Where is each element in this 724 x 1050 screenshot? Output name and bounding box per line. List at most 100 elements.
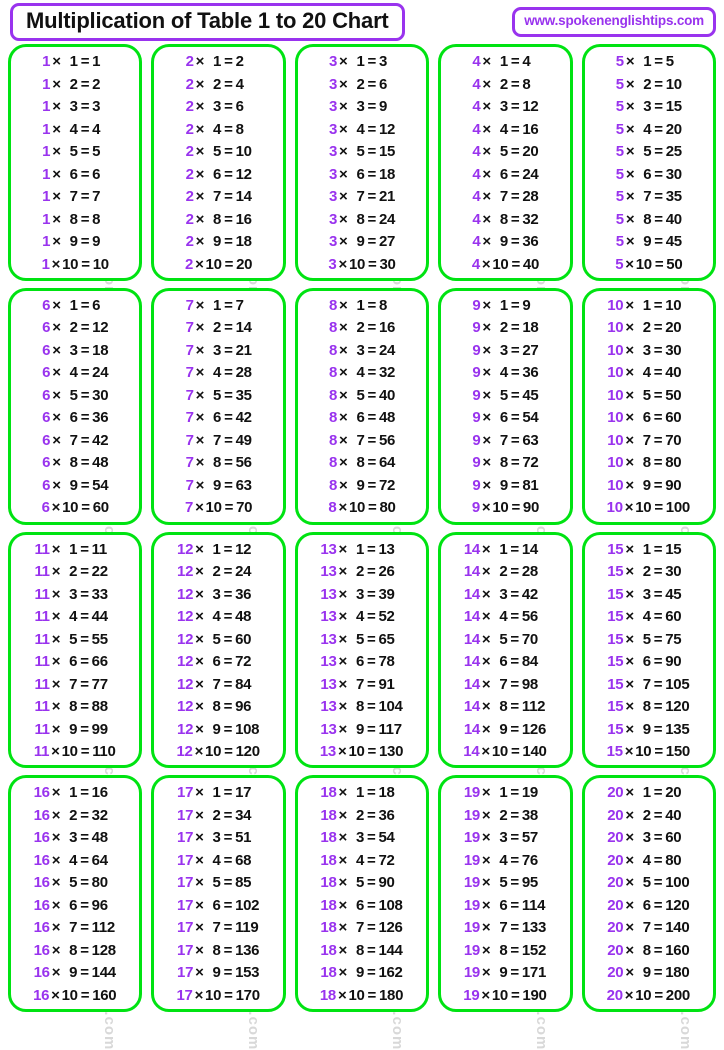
fact-row: 2 × 9 = 18 [154,234,282,249]
equals-icon: = [80,98,90,116]
multiply-icon: × [625,409,634,427]
fact-row: 9 × 8 = 72 [441,455,569,470]
fact-row: 5 × 5 = 25 [585,144,713,159]
fact-multiplicand: 4 [472,210,481,228]
fact-multiplier: 6 [69,653,78,671]
fact-row: 13 × 6 = 78 [298,654,426,669]
table-card-6: 6 × 1 = 6 6 × 2 = 12 6 × 3 = 18 6 × 4 = 24 6 × 5 = 30 6 × 6 = 36 6 × 7 = 4… [8,287,143,525]
fact-multiplier: 1 [69,784,78,802]
multiply-icon: × [339,233,348,251]
fact-multiplier: 2 [499,75,508,93]
fact-multiplicand: 18 [320,941,337,959]
multiply-icon: × [52,53,61,70]
fact-multiplicand: 3 [328,188,338,206]
fact-multiplicand: 4 [472,53,481,70]
equals-icon: = [653,341,663,359]
equals-icon: = [367,476,376,494]
fact-multiplier: 7 [69,919,78,937]
fact-product: 14 [521,540,538,558]
fact-multiplier: 9 [69,233,78,251]
fact-product: 28 [522,188,539,206]
fact-product: 13 [378,540,395,558]
fact-multiplicand: 15 [607,563,624,581]
equals-icon: = [223,806,233,824]
fact-multiplier: 10 [635,986,652,1004]
fact-multiplier: 8 [69,210,78,228]
fact-multiplier: 2 [213,75,222,93]
fact-multiplier: 3 [499,585,508,603]
multiply-icon: × [481,563,491,581]
equals-icon: = [653,896,663,914]
fact-product: 30 [665,563,682,581]
equals-icon: = [223,874,233,892]
fact-multiplier: 10 [205,255,222,273]
fact-row: 6 × 3 = 18 [11,343,139,358]
equals-icon: = [367,233,376,251]
fact-multiplier: 8 [499,941,508,959]
multiply-icon: × [625,341,634,359]
fact-row: 1 × 5 = 5 [11,144,139,159]
fact-product: 15 [378,143,396,161]
fact-row: 18 × 5 = 90 [298,875,426,890]
fact-product: 54 [92,476,109,494]
fact-product: 144 [378,941,403,959]
fact-product: 21 [378,188,396,206]
tables-grid: 1 × 1 = 1 1 × 2 = 2 1 × 3 = 3 1 × 4 = 4 1 × 5 = 5 1 × 6 = 6 1 × 7 = 7 1 × 8 = 8… [0,44,724,1020]
fact-multiplier: 7 [213,431,222,449]
multiply-icon: × [625,630,634,648]
fact-row: 2 × 1 = 2 [154,54,282,69]
fact-multiplicand: 12 [177,585,194,603]
fact-multiplier: 1 [69,296,78,314]
fact-row: 19 × 2 = 38 [441,808,569,823]
multiply-icon: × [339,409,348,427]
fact-multiplier: 6 [356,409,365,427]
fact-product: 36 [378,806,395,824]
fact-row: 14 × 1 = 14 [441,542,569,557]
equals-icon: = [224,341,233,359]
equals-icon: = [367,143,376,161]
fact-multiplier: 9 [499,476,508,494]
equals-icon: = [223,540,233,558]
equals-icon: = [81,499,90,517]
equals-icon: = [223,784,233,802]
fact-multiplicand: 10 [607,454,624,472]
fact-multiplier: 8 [499,698,508,716]
fact-multiplicand: 9 [472,476,481,494]
fact-row: 20 × 3 = 60 [585,830,713,845]
table-rows: 18 × 1 = 18 18 × 2 = 36 18 × 3 = 54 18 × 4 = 72 18 × 5 = 90 18 × 6 =… [298,780,426,1007]
fact-multiplier: 6 [213,165,222,183]
fact-product: 3 [378,53,387,70]
fact-multiplicand: 17 [177,941,194,959]
table-card-19: 19 × 1 = 19 19 × 2 = 38 19 × 3 = 57 19 × 4 = 76 19 × 5 = 95 19 × 6 =… [438,775,573,1012]
multiply-icon: × [51,720,61,738]
fact-multiplicand: 16 [33,986,50,1004]
fact-multiplicand: 7 [185,341,194,359]
fact-row: 3 × 10 = 30 [298,257,426,272]
fact-multiplicand: 20 [607,829,624,847]
equals-icon: = [81,255,90,273]
equals-icon: = [368,499,377,517]
multiply-icon: × [195,540,204,558]
equals-icon: = [510,319,520,337]
fact-multiplicand: 2 [185,75,194,93]
multiply-icon: × [338,941,348,959]
fact-multiplicand: 6 [42,454,51,472]
fact-product: 39 [378,585,395,603]
multiply-icon: × [195,653,204,671]
site-url-badge[interactable]: www.spokenenglishtips.com [512,7,716,37]
fact-row: 4 × 8 = 32 [441,212,569,227]
equals-icon: = [510,874,519,892]
fact-multiplicand: 20 [607,874,624,892]
fact-multiplicand: 5 [615,210,624,228]
equals-icon: = [510,986,520,1004]
fact-multiplicand: 16 [33,919,50,937]
fact-product: 16 [91,784,108,802]
fact-multiplier: 6 [212,896,221,914]
fact-product: 32 [522,210,539,228]
fact-multiplicand: 14 [463,563,480,581]
fact-multiplicand: 16 [33,896,50,914]
fact-row: 17 × 5 = 85 [154,875,282,890]
equals-icon: = [223,851,233,869]
table-rows: 5 × 1 = 5 5 × 2 = 10 5 × 3 = 15 5 × 4 = 20 5 × 5 = 25 5 × 6 = 30 5 × 7 = 3… [585,49,713,276]
equals-icon: = [223,608,233,626]
